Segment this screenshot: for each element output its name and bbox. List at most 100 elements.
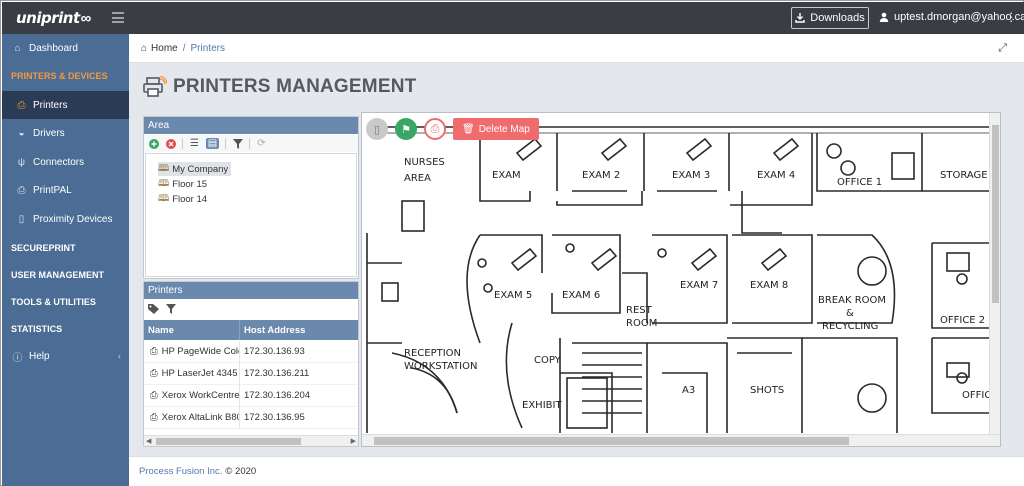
fullscreen-icon[interactable]: ⤢ [998, 42, 1007, 55]
printpal-icon: ⎙ [17, 184, 26, 196]
sidebar-item-printpal[interactable]: ⎙ PrintPAL [2, 176, 129, 204]
download-icon [795, 13, 805, 23]
area-panel: Area ☰ ▤ ⟳ 🕮 My Company 🕮 Floor 15 🕮 Flo… [143, 116, 359, 279]
sidebar-section-user-management[interactable]: USER MANAGEMENT [2, 262, 129, 288]
map-label: EXAM 3 [672, 170, 710, 181]
help-icon: ⓘ [12, 352, 23, 364]
sidebar-section-statistics[interactable]: STATISTICS [2, 316, 129, 342]
add-area-icon[interactable] [148, 138, 159, 149]
table-row[interactable]: ⎙ HP LaserJet 4345 m 172.30.136.211 [144, 362, 358, 385]
sidebar-item-help[interactable]: ⓘ Help ‹ [2, 342, 129, 370]
map-flag-button[interactable]: ⚑ [395, 118, 417, 140]
trash-icon: 🗑 [462, 123, 475, 135]
scroll-right-icon[interactable]: ▶ [351, 436, 356, 446]
map-label: EXAM [492, 170, 521, 181]
map-label: RECYCLING [822, 321, 878, 332]
breadcrumb: ⌂ Home / Printers ⤢ [129, 34, 1024, 63]
map-label: EXAM 5 [494, 290, 532, 301]
tree-node[interactable]: 🕮 Floor 15 [158, 177, 210, 191]
downloads-label: Downloads [810, 12, 865, 24]
map-remove-printer-button[interactable]: ⎙ [424, 118, 446, 140]
toolbar-divider [182, 138, 183, 149]
map-label: EXAM 6 [562, 290, 600, 301]
scrollbar-thumb[interactable] [374, 437, 849, 445]
logo-infinity-icon: ∞ [80, 9, 92, 27]
logo-text: uniprint [16, 9, 80, 27]
scroll-left-icon[interactable]: ◀ [146, 436, 151, 446]
printer-icon: ⎙ [150, 368, 158, 379]
map-horizontal-scrollbar[interactable] [362, 434, 1000, 446]
table-row[interactable]: ⎙ Xerox AltaLink B80 172.30.136.95 [144, 406, 358, 429]
printer-host: 172.30.136.93 [244, 346, 305, 357]
sidebar-item-printers[interactable]: ⎙ Printers [2, 91, 129, 119]
printers-horizontal-scrollbar[interactable]: ◀ ▶ [144, 435, 358, 446]
toolbar-divider [225, 138, 226, 149]
tree-node-label: Floor 15 [172, 178, 208, 190]
uniprint-logo[interactable]: uniprint ∞ [16, 9, 91, 27]
tree-node-label: Floor 14 [172, 193, 208, 205]
map-label: EXAM 2 [582, 170, 620, 181]
table-row[interactable]: ⎙ HP PageWide Color 172.30.136.93 [144, 340, 358, 363]
breadcrumb-home[interactable]: ⌂ Home [141, 43, 178, 54]
refresh-icon[interactable]: ⟳ [256, 138, 267, 149]
sidebar-item-drivers[interactable]: ◒ Drivers [2, 119, 129, 147]
sidebar-item-label: Drivers [33, 127, 65, 139]
breadcrumb-current[interactable]: Printers [191, 43, 225, 54]
main-content: ⌂ Home / Printers ⤢ PRINTERS MANAGEMENT … [129, 34, 1024, 486]
sidebar-item-proximity-devices[interactable]: ▯ Proximity Devices [2, 205, 129, 233]
delete-map-button[interactable]: 🗑 Delete Map [453, 118, 539, 140]
sidebar: ⌂ Dashboard PRINTERS & DEVICES ⎙ Printer… [2, 34, 129, 486]
printer-icon: ⎙ [150, 390, 158, 401]
company-link[interactable]: Process Fusion Inc. [139, 466, 222, 477]
table-row[interactable]: ⎙ Xerox WorkCentre 7 172.30.136.204 [144, 384, 358, 407]
column-header-name[interactable]: Name [144, 320, 240, 340]
sidebar-item-dashboard[interactable]: ⌂ Dashboard [2, 34, 129, 62]
printer-name: Xerox WorkCentre 7 [161, 390, 240, 401]
sidebar-section-label: STATISTICS [11, 324, 63, 334]
printer-host: 172.30.136.95 [244, 412, 305, 423]
breadcrumb-home-label: Home [151, 42, 178, 54]
scrollbar-thumb[interactable] [156, 438, 301, 445]
sidebar-section-label: PRINTERS & DEVICES [11, 71, 108, 81]
list-view-icon[interactable]: ☰ [189, 138, 200, 149]
more-options-icon[interactable]: · · · [1009, 6, 1013, 27]
map-label: EXAM 8 [750, 280, 788, 291]
map-label: STORAGE [940, 170, 988, 181]
printer-icon: ⎙ [17, 99, 26, 111]
tree-node[interactable]: 🕮 My Company [158, 162, 232, 176]
mobile-device-icon: ▯ [18, 213, 25, 225]
printer-name: HP LaserJet 4345 m [161, 368, 240, 379]
sidebar-item-label: Printers [33, 99, 68, 111]
printer-icon: ⎙ [150, 346, 158, 357]
tag-icon[interactable] [148, 304, 159, 315]
floor-map-panel[interactable]: NURSES AREA EXAM EXAM 2 EXAM 3 EXAM 4 OF… [361, 112, 1001, 447]
sidebar-section-secureprint[interactable]: SECUREPRINT [2, 235, 129, 261]
plug-icon: ψ [17, 156, 26, 168]
map-vertical-scrollbar[interactable] [989, 113, 1000, 436]
user-icon [879, 12, 889, 22]
filter-icon[interactable] [232, 138, 243, 149]
map-printer-button[interactable]: ▯ [366, 118, 388, 140]
page-header: PRINTERS MANAGEMENT [143, 76, 416, 98]
printer-host: 172.30.136.211 [244, 368, 310, 379]
column-header-label: Name [148, 324, 174, 336]
sidebar-section-tools-utilities[interactable]: TOOLS & UTILITIES [2, 289, 129, 315]
filter-icon[interactable] [165, 304, 176, 315]
user-menu[interactable]: uptest.dmorgan@yahoo.ca [879, 11, 1024, 23]
scrollbar-thumb[interactable] [992, 125, 999, 303]
menu-toggle-icon[interactable] [112, 12, 124, 23]
remove-area-icon[interactable] [165, 138, 176, 149]
page-title: PRINTERS MANAGEMENT [173, 76, 417, 97]
map-icon: 🕮 [158, 178, 170, 189]
printers-table-header: Name Host Address [144, 320, 358, 340]
sidebar-item-connectors[interactable]: ψ Connectors [2, 148, 129, 176]
map-view-icon[interactable]: ▤ [206, 138, 219, 149]
tree-node[interactable]: 🕮 Floor 14 [158, 192, 210, 206]
downloads-button[interactable]: Downloads [791, 7, 869, 29]
sidebar-item-label: PrintPAL [33, 184, 72, 196]
map-label: OFFIC [962, 390, 990, 401]
printer-title-icon [143, 76, 167, 97]
column-header-host[interactable]: Host Address [240, 325, 305, 336]
sidebar-section-label: TOOLS & UTILITIES [11, 297, 96, 307]
map-label: NURSES [404, 157, 445, 168]
